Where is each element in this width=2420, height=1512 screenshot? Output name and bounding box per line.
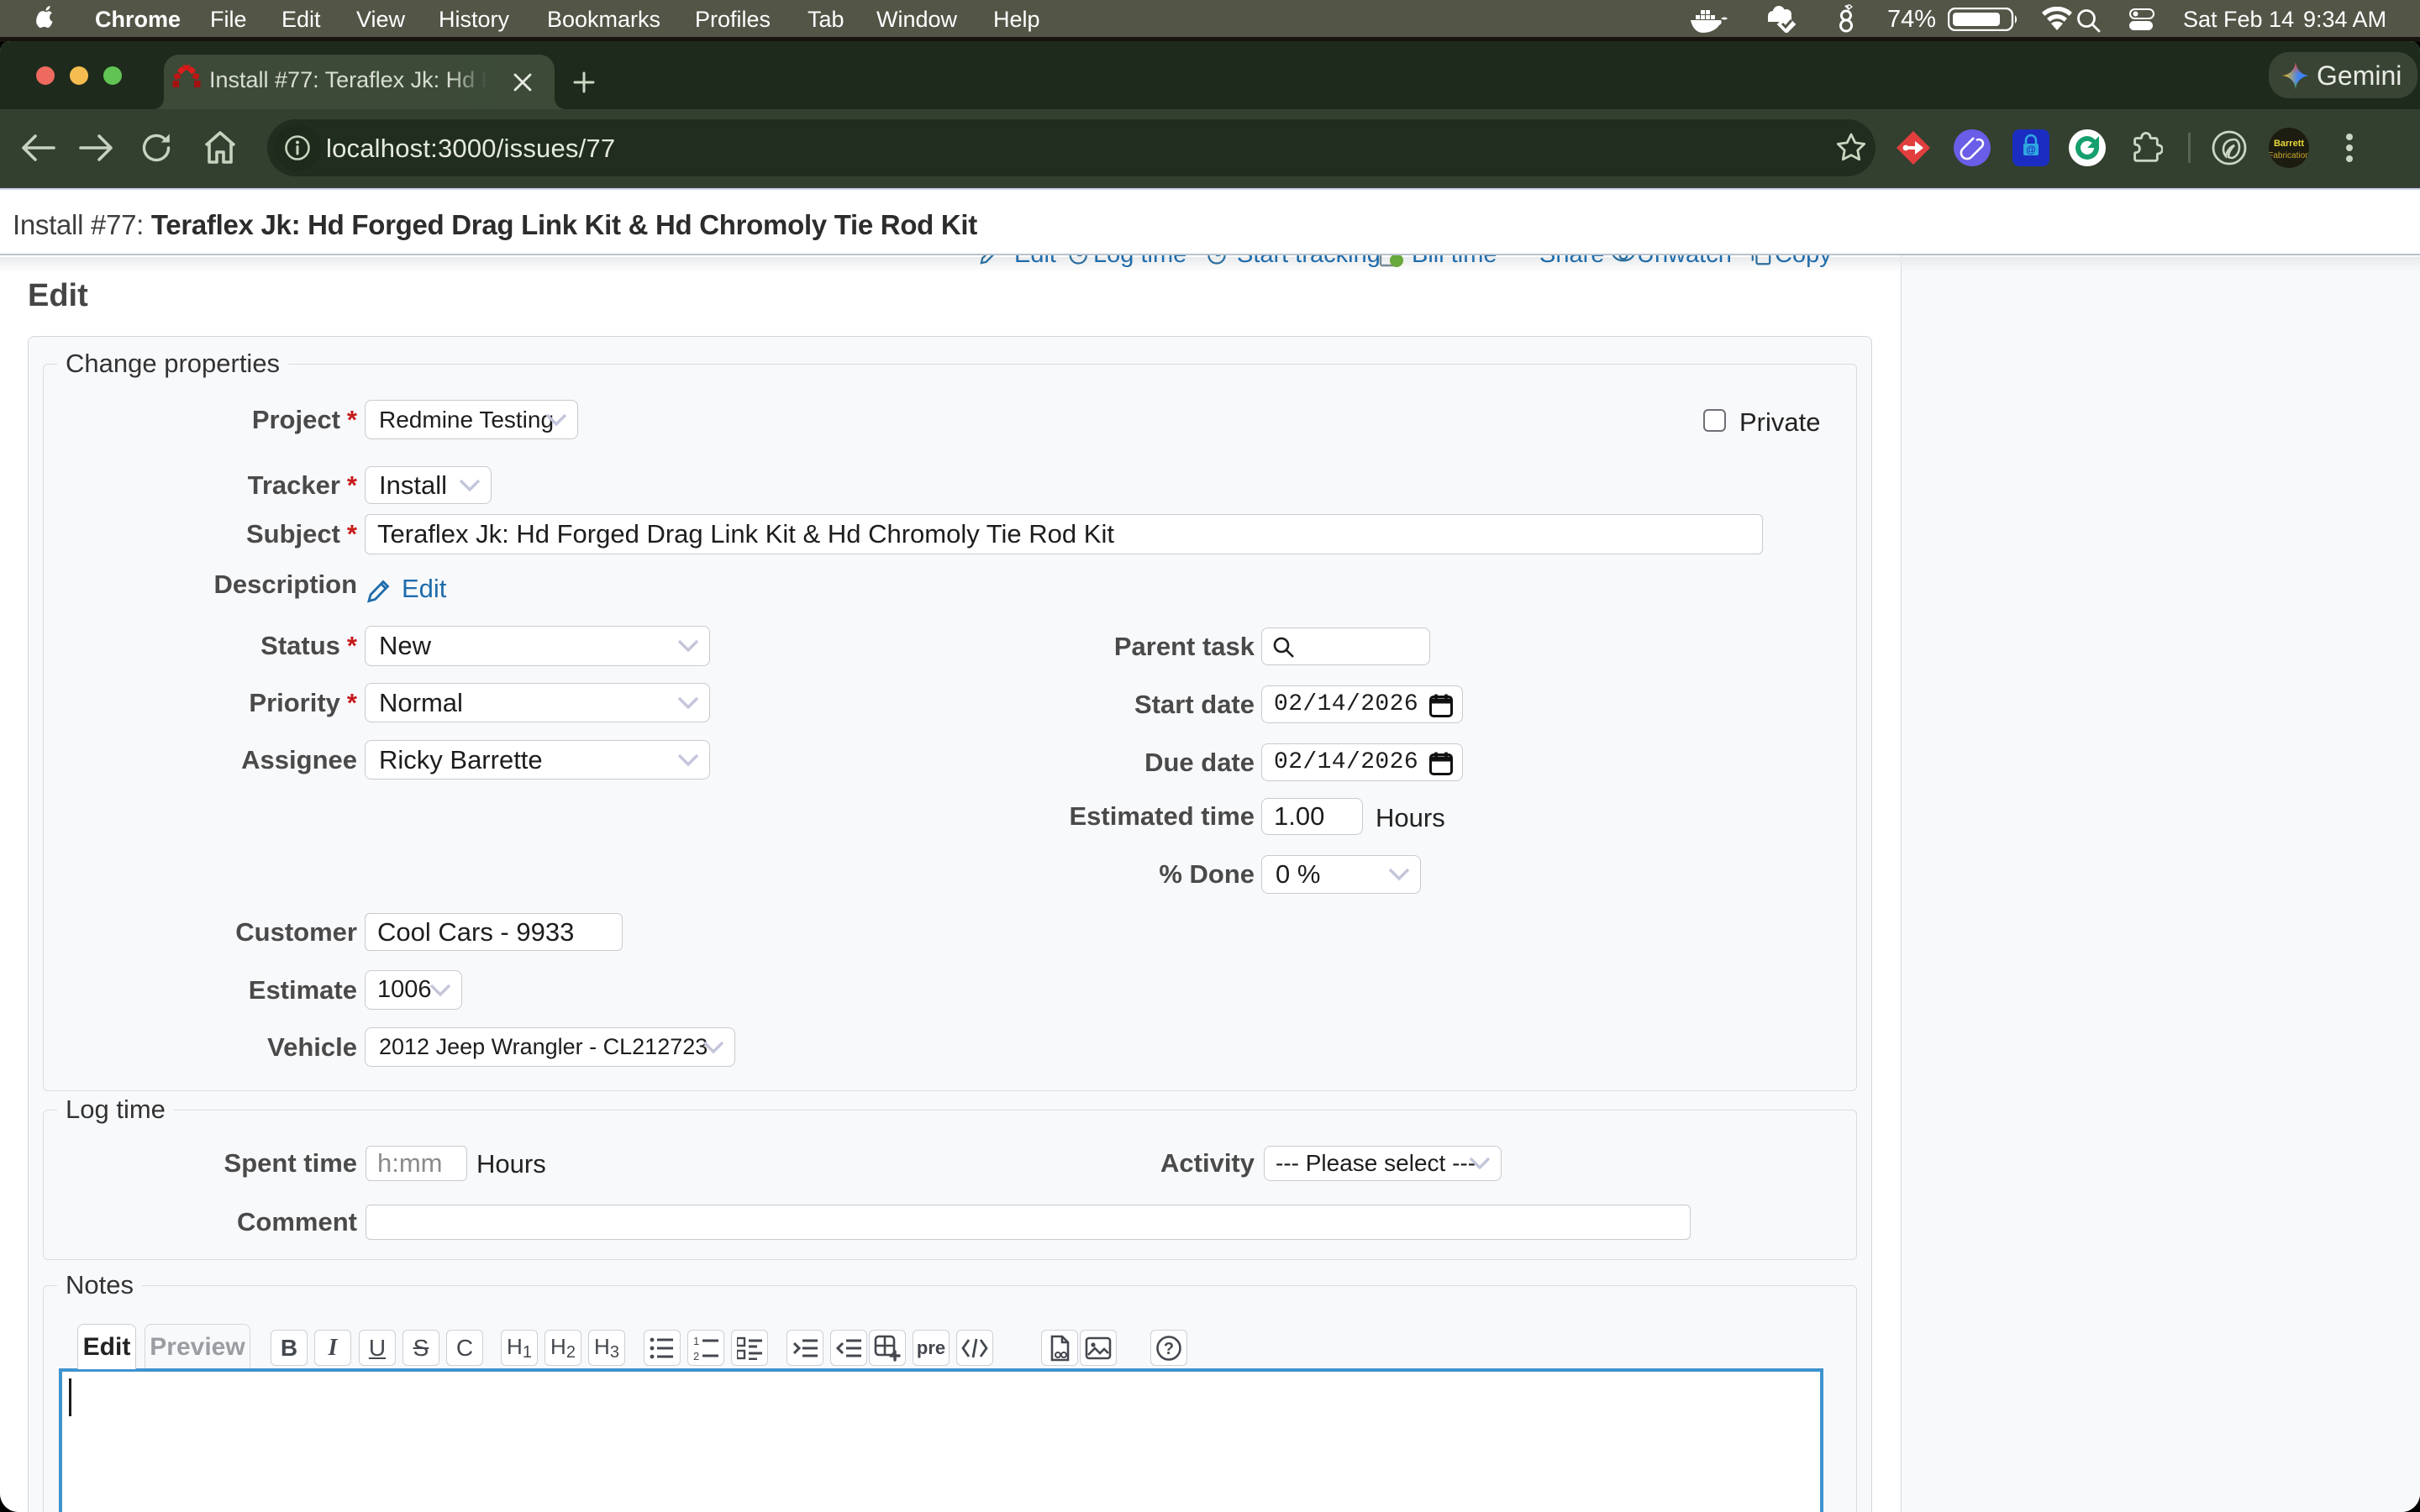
svg-text:1: 1 — [693, 1336, 699, 1347]
svg-text:Fabrication: Fabrication — [2269, 151, 2309, 160]
svg-text:@: @ — [2026, 144, 2036, 155]
svg-text:?: ? — [1164, 1340, 1174, 1358]
svg-text:Barrett: Barrett — [2274, 139, 2304, 149]
svg-text:2: 2 — [693, 1350, 699, 1360]
